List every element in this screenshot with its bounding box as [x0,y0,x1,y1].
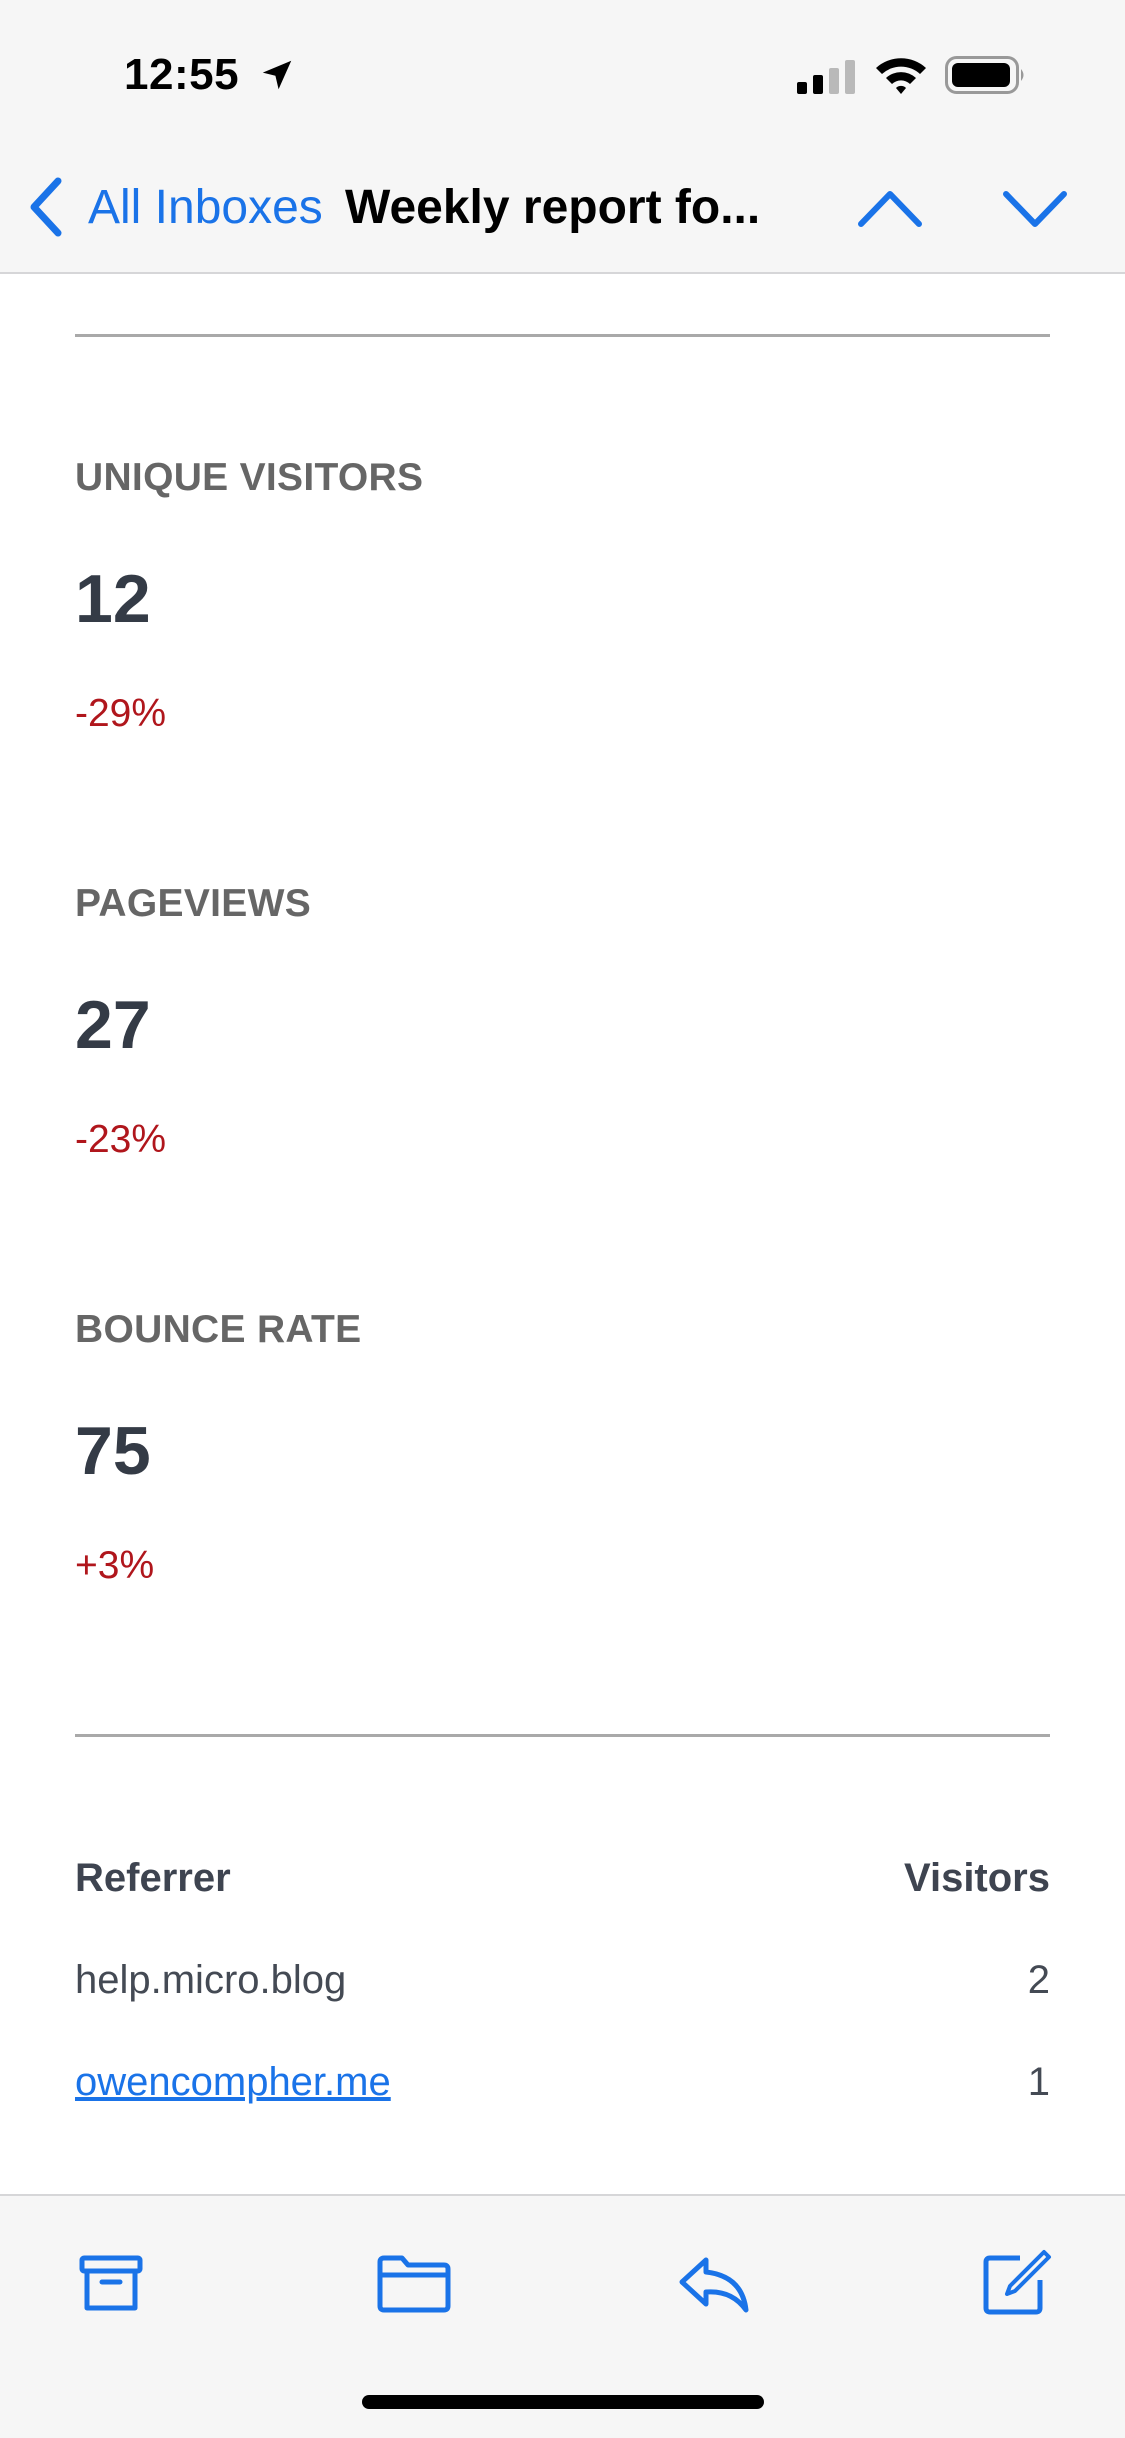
referrer-link[interactable]: owencompher.me [75,2060,391,2105]
visitors-column-header: Visitors [904,1856,1050,1900]
metric-change: -29% [75,692,167,735]
metric-change: +3% [75,1544,155,1587]
folder-icon[interactable] [376,2248,452,2318]
status-time: 12:55 [124,50,240,99]
navigation-bar: All Inboxes Weekly report fo... [0,150,1125,274]
metric-label: UNIQUE VISITORS [75,456,424,499]
location-arrow-icon [262,60,292,90]
previous-message-chevron-up-icon[interactable] [855,178,925,238]
referrer-divider [75,1734,1050,1737]
metric-value: 27 [75,987,151,1063]
back-to-all-inboxes-button[interactable]: All Inboxes [88,180,323,235]
metric-label: PAGEVIEWS [75,882,312,925]
battery-icon [945,56,1024,94]
metric-change: -23% [75,1118,167,1161]
referrer-column-header: Referrer [75,1856,231,1900]
metric-value: 75 [75,1413,151,1489]
chevron-left-icon[interactable] [26,175,66,239]
metric-value: 12 [75,561,151,637]
referrer-cell: help.micro.blog [75,1958,347,2002]
wifi-icon [876,58,926,94]
top-divider [75,334,1050,337]
compose-icon[interactable] [980,2248,1052,2318]
cellular-signal-icon [797,60,855,94]
visitors-cell: 2 [1027,1958,1050,2002]
archive-icon[interactable] [76,2248,146,2318]
reply-icon[interactable] [676,2248,752,2318]
metric-label: BOUNCE RATE [75,1308,362,1351]
home-indicator[interactable] [362,2395,764,2409]
next-message-chevron-down-icon[interactable] [1000,178,1070,238]
message-subject-title: Weekly report fo... [345,181,761,234]
visitors-cell: 1 [1027,2060,1050,2104]
status-bar: 12:55 [0,0,1125,150]
